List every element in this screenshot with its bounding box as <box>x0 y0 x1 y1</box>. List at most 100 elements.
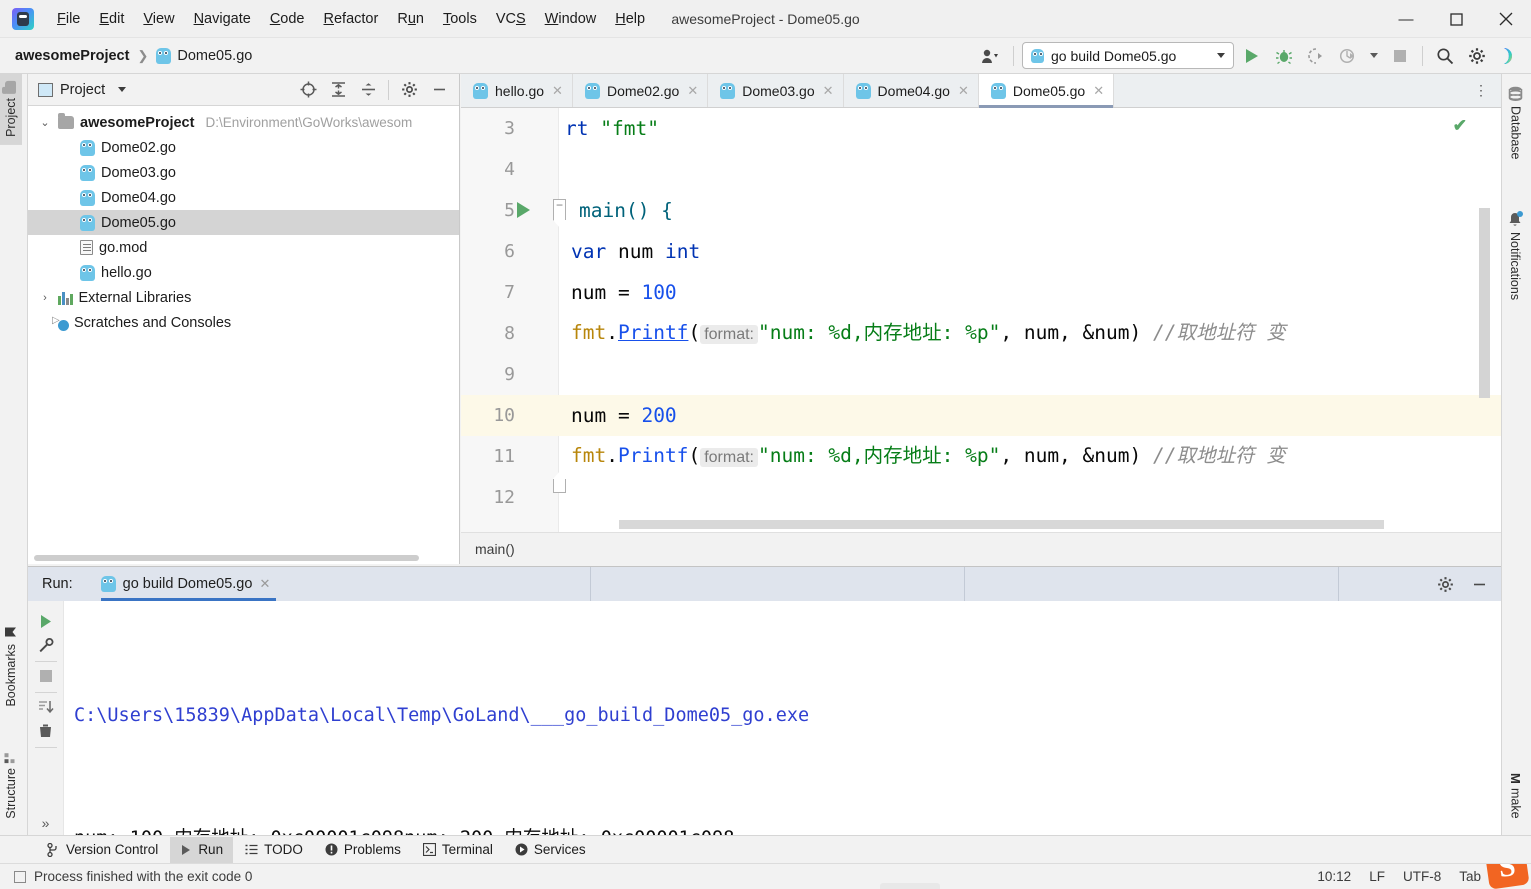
editor-tab-dome05[interactable]: Dome05.go ✕ <box>978 74 1115 108</box>
project-panel-label: Project <box>60 81 106 98</box>
code-fn-printf[interactable]: Printf <box>618 444 688 467</box>
close-button[interactable] <box>1481 0 1531 38</box>
breadcrumb-project[interactable]: awesomeProject <box>12 46 132 66</box>
run-button[interactable] <box>1238 43 1266 69</box>
run-gutter-icon[interactable] <box>517 202 530 218</box>
rail-tab-make[interactable]: M make <box>1504 765 1527 827</box>
menu-window[interactable]: Window <box>536 7 606 31</box>
menu-help[interactable]: Help <box>606 7 654 31</box>
editor-tab-dome04[interactable]: Dome04.go ✕ <box>844 74 979 107</box>
gear-icon[interactable] <box>1463 43 1491 69</box>
editor-tabs-more-icon[interactable]: ⋮ <box>1462 74 1501 107</box>
scroll-to-end-icon[interactable] <box>31 695 61 719</box>
breadcrumb-file[interactable]: Dome05.go <box>153 46 255 66</box>
rail-tab-notifications[interactable]: Notifications <box>1504 204 1526 308</box>
project-panel-title[interactable]: Project <box>38 81 127 98</box>
rail-tab-bookmarks[interactable]: Bookmarks <box>0 618 22 715</box>
close-icon[interactable]: ✕ <box>687 83 698 99</box>
minimize-button[interactable]: — <box>1381 0 1431 38</box>
tree-node-awesomeproject[interactable]: ⌄ awesomeProject D:\Environment\GoWorks\… <box>28 110 459 135</box>
clear-all-icon[interactable] <box>31 720 61 744</box>
close-icon[interactable]: ✕ <box>552 83 563 99</box>
sogou-input-logo-icon[interactable]: S <box>1484 864 1530 889</box>
profile-dropdown-icon[interactable] <box>1366 43 1382 69</box>
tree-node-scratches[interactable]: ▷ Scratches and Consoles <box>28 310 459 335</box>
tree-node-dome02[interactable]: Dome02.go <box>28 135 459 160</box>
gear-icon[interactable] <box>395 77 423 103</box>
console-toolbar: » <box>28 601 64 835</box>
editor-tab-dome03[interactable]: Dome03.go ✕ <box>708 74 844 107</box>
close-icon[interactable]: ✕ <box>823 83 834 99</box>
collapse-all-icon[interactable] <box>354 77 382 103</box>
code-fold-end-icon[interactable] <box>553 471 567 493</box>
menu-run[interactable]: Run <box>388 7 433 31</box>
run-with-coverage-icon[interactable] <box>1302 43 1330 69</box>
stop-button[interactable] <box>1386 43 1414 69</box>
bottom-tab-run[interactable]: Run <box>170 836 234 863</box>
menu-navigate[interactable]: Navigate <box>185 7 260 31</box>
status-line-separator[interactable]: LF <box>1369 869 1385 884</box>
gear-icon[interactable] <box>1431 571 1459 597</box>
user-account-icon[interactable] <box>977 43 1005 69</box>
menu-code[interactable]: Code <box>261 7 314 31</box>
bottom-tab-todo[interactable]: TODO <box>235 837 313 863</box>
expand-toolbar-icon[interactable]: » <box>31 811 61 835</box>
stop-button[interactable] <box>31 664 61 688</box>
select-opened-file-icon[interactable] <box>294 77 322 103</box>
rerun-button[interactable] <box>31 609 61 633</box>
ide-tools-icon[interactable] <box>1495 43 1523 69</box>
tree-node-gomod[interactable]: go.mod <box>28 235 459 260</box>
tree-node-dome05[interactable]: Dome05.go <box>28 210 459 235</box>
bottom-tab-version-control[interactable]: Version Control <box>37 837 168 863</box>
menu-edit[interactable]: Edit <box>90 7 133 31</box>
code-area[interactable]: 3 rt "fmt" 4 5 − main() { 6 var num int … <box>461 108 1501 532</box>
search-icon[interactable] <box>1431 43 1459 69</box>
profile-icon[interactable] <box>1334 43 1362 69</box>
inspection-status-icon[interactable]: ✔ <box>1453 116 1467 136</box>
status-caret-position[interactable]: 10:12 <box>1317 869 1351 884</box>
run-configuration-selector[interactable]: go build Dome05.go <box>1022 42 1234 69</box>
close-icon[interactable]: ✕ <box>259 576 270 592</box>
menu-vcs[interactable]: VCS <box>487 7 535 31</box>
menu-view[interactable]: View <box>134 7 183 31</box>
close-icon[interactable]: ✕ <box>1093 83 1104 99</box>
editor-tab-dome02[interactable]: Dome02.go ✕ <box>573 74 709 107</box>
rail-tab-project[interactable]: Project <box>0 74 22 145</box>
tree-node-dome04[interactable]: Dome04.go <box>28 185 459 210</box>
menu-tools[interactable]: Tools <box>434 7 486 31</box>
debug-button[interactable] <box>1270 43 1298 69</box>
tree-node-dome03[interactable]: Dome03.go <box>28 160 459 185</box>
maximize-button[interactable] <box>1431 0 1481 38</box>
rail-tab-database[interactable]: Database <box>1504 78 1527 168</box>
console-line-executable[interactable]: C:\Users\15839\AppData\Local\Temp\GoLand… <box>74 695 1501 736</box>
code-fold-icon[interactable]: − <box>553 199 567 228</box>
hide-panel-icon[interactable] <box>425 77 453 103</box>
tree-node-hello[interactable]: hello.go <box>28 260 459 285</box>
tree-node-label: go.mod <box>99 239 148 256</box>
status-indent[interactable]: Tab <box>1459 869 1481 884</box>
project-horizontal-scrollbar[interactable] <box>28 552 459 564</box>
bottom-tab-problems[interactable]: Problems <box>315 837 411 863</box>
database-icon <box>1508 86 1523 101</box>
menu-file[interactable]: File <box>48 7 89 31</box>
rail-tab-structure[interactable]: Structure <box>0 743 22 827</box>
code-fn-printf[interactable]: Printf <box>618 321 688 344</box>
bottom-tab-services[interactable]: Services <box>505 837 596 863</box>
code-assign-7: num = <box>571 281 642 304</box>
menu-refactor[interactable]: Refactor <box>315 7 388 31</box>
edit-configuration-icon[interactable] <box>31 633 61 657</box>
editor-vertical-scrollbar[interactable] <box>1479 208 1490 398</box>
run-session-tab[interactable]: go build Dome05.go ✕ <box>100 567 277 601</box>
editor-horizontal-scrollbar[interactable] <box>619 520 1384 529</box>
tree-node-external-libraries[interactable]: › External Libraries <box>28 285 459 310</box>
status-encoding[interactable]: UTF-8 <box>1403 869 1441 884</box>
editor-tab-hello[interactable]: hello.go ✕ <box>461 74 573 107</box>
editor-breadcrumb-main[interactable]: main() <box>475 541 515 557</box>
console-output[interactable]: C:\Users\15839\AppData\Local\Temp\GoLand… <box>64 601 1501 835</box>
close-icon[interactable]: ✕ <box>958 83 969 99</box>
chevron-down-icon[interactable]: ⌄ <box>38 116 52 129</box>
hide-panel-icon[interactable] <box>1465 571 1493 597</box>
chevron-right-icon[interactable]: › <box>38 292 52 304</box>
bottom-tab-terminal[interactable]: Terminal <box>413 837 503 863</box>
expand-all-icon[interactable] <box>324 77 352 103</box>
